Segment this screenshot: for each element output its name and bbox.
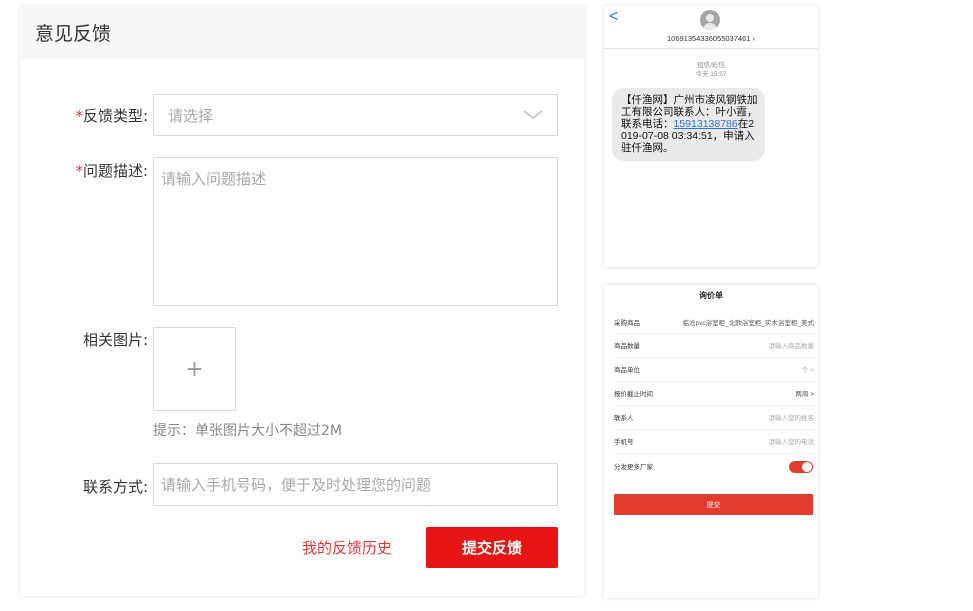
inquiry-row-distribute: 分发更多厂家 xyxy=(614,464,814,471)
feedback-type-select[interactable]: 请选择 xyxy=(153,94,558,136)
message-bubble: 【仟渔网】广州市凌风钢铁加工有限公司联系人：叶小霞，联系电话：159131387… xyxy=(612,88,765,161)
row-label: 联系人 xyxy=(614,415,634,422)
row-label: 商品单位 xyxy=(614,367,640,374)
feedback-type-label: *反馈类型: xyxy=(38,105,148,126)
contact-label: 联系方式: xyxy=(82,478,148,496)
message-time: 今天 15:57 xyxy=(695,71,727,78)
page-title: 意见反馈 xyxy=(35,23,112,45)
inquiry-form-screenshot: 询价单 采购商品 临沧pvc浴室柜_北欧浴室柜_实木浴室柜_美式 商品数量 请输… xyxy=(604,285,818,598)
row-value: 个 > xyxy=(801,367,814,374)
chevron-down-icon xyxy=(523,107,543,125)
required-mark: * xyxy=(75,162,83,180)
inquiry-submit-button[interactable]: 提交 xyxy=(614,494,813,515)
contact-input[interactable] xyxy=(153,463,558,506)
submit-feedback-button[interactable]: 提交反馈 xyxy=(426,527,558,568)
back-chevron-icon[interactable]: < xyxy=(609,8,618,26)
image-size-hint: 提示：单张图片大小不超过2M xyxy=(153,423,342,439)
problem-desc-label-text: 问题描述: xyxy=(82,162,148,180)
feedback-history-link[interactable]: 我的反馈历史 xyxy=(302,537,392,558)
feedback-card: 意见反馈 *反馈类型: 请选择 *问题描述: 相关图片: + 提示：单张图片大小… xyxy=(20,6,584,596)
inquiry-row-phone[interactable]: 手机号 请输入您的电话 xyxy=(614,439,814,446)
feedback-type-placeholder: 请选择 xyxy=(168,106,214,125)
divider xyxy=(604,48,818,49)
row-value: 两周 > xyxy=(795,391,814,398)
row-value: 请输入您的姓名 xyxy=(768,415,815,422)
row-value: 请输入商品数量 xyxy=(768,343,815,350)
row-label: 报价截止时间 xyxy=(614,391,653,398)
feedback-type-label-text: 反馈类型: xyxy=(82,107,148,125)
row-label: 手机号 xyxy=(614,439,634,446)
inquiry-row-contact[interactable]: 联系人 请输入您的姓名 xyxy=(614,415,814,422)
problem-desc-label: *问题描述: xyxy=(38,160,148,181)
divider xyxy=(614,357,814,358)
row-value: 临沧pvc浴室柜_北欧浴室柜_实木浴室柜_美式 xyxy=(682,320,814,327)
divider xyxy=(614,333,814,334)
inquiry-row-quantity[interactable]: 商品数量 请输入商品数量 xyxy=(614,343,814,350)
sender-number[interactable]: 10691354336055037461 › xyxy=(604,34,818,43)
sms-screenshot: < 10691354336055037461 › 短信/彩信 今天 15:57 … xyxy=(604,6,818,267)
divider xyxy=(614,381,814,382)
problem-desc-textarea[interactable] xyxy=(153,157,558,306)
distribute-toggle[interactable] xyxy=(789,461,813,473)
feedback-header: 意见反馈 xyxy=(20,6,584,59)
row-label: 分发更多厂家 xyxy=(614,464,653,471)
inquiry-title: 询价单 xyxy=(699,291,723,300)
inquiry-row-deadline[interactable]: 报价截止时间 两周 > xyxy=(614,391,814,398)
plus-icon: + xyxy=(185,356,204,382)
row-value: 请输入您的电话 xyxy=(768,439,815,446)
required-mark: * xyxy=(75,107,83,125)
image-upload-button[interactable]: + xyxy=(153,327,236,411)
toggle-knob xyxy=(802,462,812,472)
phone-link[interactable]: 15913138786 xyxy=(674,118,738,130)
divider xyxy=(614,453,814,454)
related-image-label: 相关图片: xyxy=(82,331,148,349)
inquiry-row-product[interactable]: 采购商品 临沧pvc浴室柜_北欧浴室柜_实木浴室柜_美式 xyxy=(614,320,814,327)
row-label: 商品数量 xyxy=(614,343,640,350)
divider xyxy=(614,429,814,430)
row-label: 采购商品 xyxy=(614,320,640,327)
divider xyxy=(614,405,814,406)
inquiry-row-unit[interactable]: 商品单位 个 > xyxy=(614,367,814,374)
avatar xyxy=(700,10,720,30)
